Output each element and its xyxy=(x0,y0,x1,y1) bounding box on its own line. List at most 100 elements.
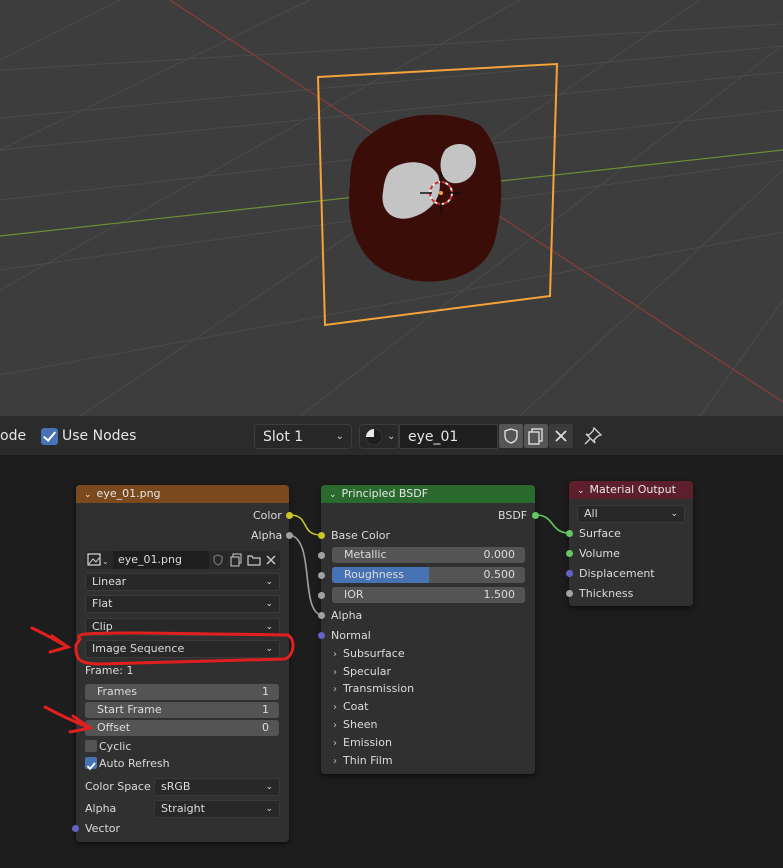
ior-input-socket[interactable] xyxy=(318,592,325,599)
alpha-input-socket[interactable] xyxy=(318,612,325,619)
vector-input-socket[interactable] xyxy=(72,825,79,832)
fake-user-shield-icon[interactable] xyxy=(209,551,227,569)
alpha-mode-dropdown[interactable]: Straight ⌄ xyxy=(154,800,280,818)
output-node-title: Material Output xyxy=(589,483,676,496)
chevron-right-icon: › xyxy=(333,738,337,749)
roughness-value: 0.500 xyxy=(483,568,516,581)
pin-icon[interactable] xyxy=(581,424,605,448)
color-output-socket[interactable] xyxy=(286,512,293,519)
3d-viewport[interactable] xyxy=(0,0,783,416)
folder-icon[interactable] xyxy=(245,551,263,569)
close-icon[interactable] xyxy=(262,551,280,569)
panel-subsurface[interactable]: › Subsurface xyxy=(333,647,405,660)
auto-refresh-checkbox[interactable] xyxy=(85,757,97,771)
cyclic-label[interactable]: Cyclic xyxy=(99,740,131,753)
material-name-field[interactable]: eye_01 xyxy=(399,424,498,449)
bsdf-output-socket[interactable] xyxy=(532,512,539,519)
volume-input-label: Volume xyxy=(579,547,620,560)
metallic-value: 0.000 xyxy=(483,548,516,561)
material-name: eye_01 xyxy=(408,429,459,445)
ior-value: 1.500 xyxy=(483,588,516,601)
panel-coat[interactable]: › Coat xyxy=(333,700,368,713)
image-name-field[interactable]: eye_01.png xyxy=(113,551,209,569)
surface-input-socket[interactable] xyxy=(566,530,573,537)
interpolation-dropdown[interactable]: Linear ⌄ xyxy=(85,573,280,591)
auto-refresh-label[interactable]: Auto Refresh xyxy=(99,757,170,770)
interpolation-value: Linear xyxy=(92,575,127,588)
frame-info-label: Frame: 1 xyxy=(85,664,134,677)
collapse-arrow-icon[interactable]: ⌄ xyxy=(577,486,585,496)
alpha-mode-label: Alpha xyxy=(85,802,117,815)
image-node-header[interactable]: ⌄ eye_01.png xyxy=(76,485,289,503)
offset-field[interactable]: Offset 0 xyxy=(85,720,279,736)
metallic-field[interactable]: Metallic 0.000 xyxy=(332,547,525,563)
extension-value: Clip xyxy=(92,620,113,633)
alpha-output-socket[interactable] xyxy=(286,532,293,539)
metallic-input-socket[interactable] xyxy=(318,552,325,559)
alpha-input-label: Alpha xyxy=(331,609,363,622)
editor-mode-label[interactable]: ode xyxy=(0,428,26,444)
output-node-header[interactable]: ⌄ Material Output xyxy=(569,481,693,499)
frames-field[interactable]: Frames 1 xyxy=(85,684,279,700)
start-frame-value: 1 xyxy=(262,703,269,716)
use-nodes-label[interactable]: Use Nodes xyxy=(62,428,136,444)
unlink-material-button[interactable] xyxy=(549,424,573,448)
roughness-field[interactable]: Roughness 0.500 xyxy=(332,567,525,583)
chevron-down-icon: ⌄ xyxy=(265,782,273,792)
panel-sheen[interactable]: › Sheen xyxy=(333,718,377,731)
cyclic-checkbox[interactable] xyxy=(85,740,97,752)
panel-transmission[interactable]: › Transmission xyxy=(333,682,414,695)
base-color-input-socket[interactable] xyxy=(318,532,325,539)
chevron-down-icon: ⌄ xyxy=(670,509,678,519)
image-icon[interactable]: ⌄ xyxy=(85,551,111,569)
bsdf-node-header[interactable]: ⌄ Principled BSDF xyxy=(321,485,535,503)
image-datablock-selector[interactable]: ⌄ eye_01.png xyxy=(85,551,280,569)
surface-input-label: Surface xyxy=(579,527,621,540)
normal-input-label: Normal xyxy=(331,629,371,642)
projection-dropdown[interactable]: Flat ⌄ xyxy=(85,595,280,613)
chevron-right-icon: › xyxy=(333,756,337,767)
eye-texture-plane[interactable] xyxy=(316,62,559,327)
color-space-dropdown[interactable]: sRGB ⌄ xyxy=(154,778,280,796)
panel-thin-film[interactable]: › Thin Film xyxy=(333,754,393,767)
slot-label: Slot 1 xyxy=(263,429,304,445)
ior-field[interactable]: IOR 1.500 xyxy=(332,587,525,603)
output-target-dropdown[interactable]: All ⌄ xyxy=(577,505,685,523)
duplicate-material-button[interactable] xyxy=(524,424,548,448)
chevron-down-icon: ⌄ xyxy=(265,804,273,814)
duplicate-icon[interactable] xyxy=(227,551,245,569)
projection-value: Flat xyxy=(92,597,113,610)
collapse-arrow-icon[interactable]: ⌄ xyxy=(329,490,337,500)
chevron-down-icon: ⌄ xyxy=(265,644,273,654)
chevron-down-icon: ⌄ xyxy=(387,431,396,442)
slot-dropdown[interactable]: Slot 1 ⌄ xyxy=(254,424,352,449)
use-nodes-checkbox[interactable] xyxy=(41,428,58,445)
chevron-right-icon: › xyxy=(333,702,337,713)
panel-specular[interactable]: › Specular xyxy=(333,665,391,678)
displacement-input-socket[interactable] xyxy=(566,570,573,577)
fake-user-button[interactable] xyxy=(499,424,523,448)
base-color-label: Base Color xyxy=(331,529,391,542)
offset-label: Offset xyxy=(97,721,131,734)
volume-input-socket[interactable] xyxy=(566,550,573,557)
displacement-input-label: Displacement xyxy=(579,567,655,580)
output-alpha-label: Alpha xyxy=(251,529,283,542)
bsdf-output-label: BSDF xyxy=(498,509,528,522)
close-icon xyxy=(555,430,567,442)
normal-input-socket[interactable] xyxy=(318,632,325,639)
panel-emission[interactable]: › Emission xyxy=(333,736,392,749)
material-browse-button[interactable]: ⌄ xyxy=(359,424,399,449)
alpha-mode-value: Straight xyxy=(161,802,205,815)
duplicate-icon xyxy=(528,428,543,445)
image-source-dropdown[interactable]: Image Sequence ⌄ xyxy=(85,640,280,658)
collapse-arrow-icon[interactable]: ⌄ xyxy=(84,490,92,500)
panel-label: Transmission xyxy=(343,682,415,695)
chevron-down-icon: ⌄ xyxy=(265,599,273,609)
start-frame-field[interactable]: Start Frame 1 xyxy=(85,702,279,718)
roughness-input-socket[interactable] xyxy=(318,572,325,579)
chevron-right-icon: › xyxy=(333,667,337,678)
viewport-scene xyxy=(0,0,783,416)
extension-dropdown[interactable]: Clip ⌄ xyxy=(85,618,280,636)
thickness-input-socket[interactable] xyxy=(566,590,573,597)
panel-label: Sheen xyxy=(343,718,378,731)
